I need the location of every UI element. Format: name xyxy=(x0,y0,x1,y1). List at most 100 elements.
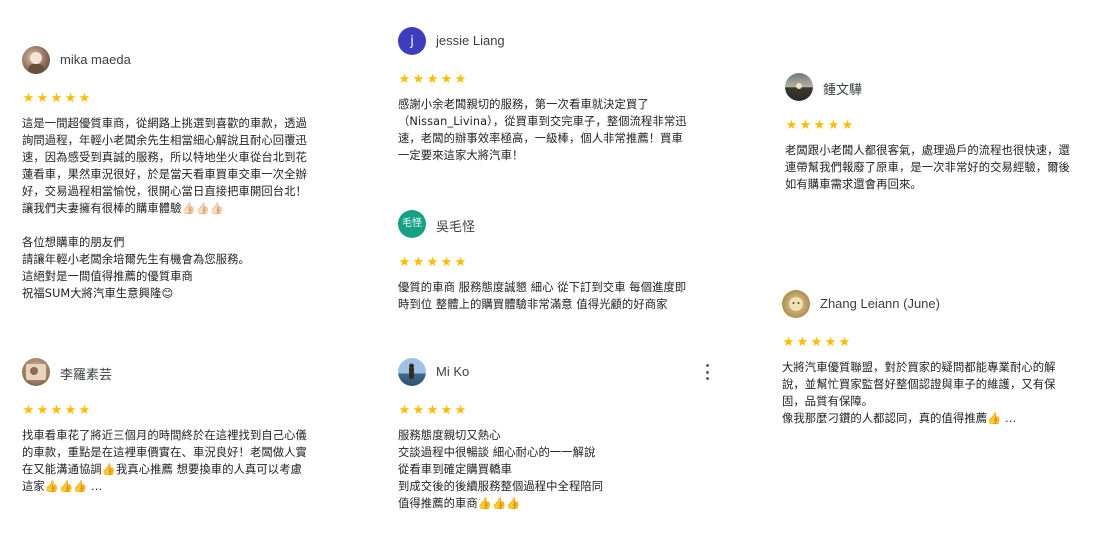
avatar[interactable]: j xyxy=(398,27,426,55)
review-line: 到成交後的後續服務整個過程中全程陪同 xyxy=(398,480,604,493)
review-line: 在又能溝通協調👍我真心推薦 想要換車的人真可以考慮 xyxy=(22,463,302,476)
star-icon: ★ xyxy=(78,403,91,418)
star-rating: ★ ★ ★ ★ ★ xyxy=(785,119,1090,133)
review-line: 好，交易過程相當愉悅，很開心當日直接把車開回台北！ xyxy=(22,185,307,198)
star-icon: ★ xyxy=(36,91,49,106)
photo-avatar-icon xyxy=(796,83,802,89)
star-rating: ★ ★ ★ ★ ★ xyxy=(22,92,327,106)
review-line: 蓮看車，果然車況很好，於是當天看車買車交車一次全辦 xyxy=(22,168,307,181)
reviewer-name[interactable]: 吳毛怪 xyxy=(436,216,475,235)
star-icon: ★ xyxy=(813,118,826,133)
review-line: 速，因為感受到真誠的服務，所以特地坐火車從台北到花 xyxy=(22,151,307,164)
star-icon: ★ xyxy=(78,91,91,106)
review-text: 找車看車花了將近三個月的時間終於在這裡找到自己心儀 的車款，重點是在這裡車價實在… xyxy=(22,427,327,495)
star-icon: ★ xyxy=(454,403,467,418)
star-icon: ★ xyxy=(799,118,812,133)
review-card: mika maeda ★ ★ ★ ★ ★ 這是一間超優質車商，從網路上挑選到喜歡的車款，… xyxy=(22,46,327,302)
review-text: 大將汽車優質聯盟，對於買家的疑問都能專業耐心的解 說，並幫忙買家監督好整個認證與… xyxy=(782,359,1087,427)
star-icon: ★ xyxy=(50,91,63,106)
review-text: 這是一間超優質車商，從網路上挑選到喜歡的車款，透過 詢問過程，年輕小老闆余先生相… xyxy=(22,115,327,302)
avatar[interactable]: 毛怪 xyxy=(398,210,426,238)
star-icon: ★ xyxy=(64,403,77,418)
star-icon: ★ xyxy=(440,403,453,418)
avatar[interactable] xyxy=(22,358,50,386)
review-line: 速，老闆的辦事效率極高，一級棒，個人非常推薦！買車 xyxy=(398,132,683,145)
star-icon: ★ xyxy=(398,255,411,270)
review-line: 說，並幫忙買家監督好整個認證與車子的維護，又有保 xyxy=(782,378,1056,391)
review-line: 請讓年輕小老闆余培爾先生有機會為您服務。 xyxy=(22,253,250,266)
review-text: 感謝小余老闆親切的服務，第一次看車就決定買了 （Nissan_Livina），從… xyxy=(398,96,703,164)
reviewer-name[interactable]: mika maeda xyxy=(60,52,131,67)
star-rating: ★ ★ ★ ★ ★ xyxy=(398,404,703,418)
review-line: 這是一間超優質車商，從網路上挑選到喜歡的車款，透過 xyxy=(22,117,307,130)
reviewer-name[interactable]: 李羅素芸 xyxy=(60,364,112,383)
reviewer-name[interactable]: 鍾文驊 xyxy=(823,79,862,98)
review-card: 李羅素芸 ★ ★ ★ ★ ★ 找車看車花了將近三個月的時間終於在這裡找到自己心儀 的車款… xyxy=(22,358,327,495)
star-icon: ★ xyxy=(398,72,411,87)
review-line: 優質的車商 服務態度誠懇 細心 從下訂到交車 每個進度即 xyxy=(398,281,687,294)
avatar[interactable] xyxy=(398,358,426,386)
star-icon: ★ xyxy=(22,403,35,418)
review-line[interactable]: 像我那麼刁鑽的人都認同，真的值得推薦👍 … xyxy=(782,410,1087,427)
review-line: 各位想購車的朋友們 xyxy=(22,236,125,249)
avatar[interactable] xyxy=(785,73,813,101)
reviewer-name[interactable]: Zhang Leiann (June) xyxy=(820,296,940,311)
star-icon: ★ xyxy=(50,403,63,418)
review-line: 感謝小余老闆親切的服務，第一次看車就決定買了 xyxy=(398,98,649,111)
review-card: Mi Ko ★ ★ ★ ★ ★ 服務態度親切又熱心 交談過程中很暢談 細心耐心的一一解說… xyxy=(398,358,709,512)
review-text: 老闆跟小老闆人都很客氣，處理過戶的流程也很快速，還 連帶幫我們報廢了原車，是一次… xyxy=(785,142,1090,193)
avatar[interactable] xyxy=(22,46,50,74)
review-line: 值得推薦的車商👍👍👍 xyxy=(398,497,521,510)
review-line: 讓我們夫妻擁有很棒的購車體驗👍🏻👍🏻👍🏻 xyxy=(22,202,225,215)
star-icon: ★ xyxy=(426,72,439,87)
review-line: 連帶幫我們報廢了原車，是一次非常好的交易經驗，爾後 xyxy=(785,161,1070,174)
star-icon: ★ xyxy=(440,255,453,270)
review-header: 毛怪 吳毛怪 xyxy=(398,210,703,246)
review-card: Zhang Leiann (June) ★ ★ ★ ★ ★ 大將汽車優質聯盟，對於買家的… xyxy=(782,290,1087,427)
star-icon: ★ xyxy=(796,335,809,350)
avatar-letter: j xyxy=(410,33,414,49)
avatar[interactable] xyxy=(782,290,810,318)
review-line: （Nissan_Livina），從買車到交完車子，整個流程非常迅 xyxy=(398,115,687,128)
review-line: 如有購車需求還會再回來。 xyxy=(785,178,922,191)
photo-avatar-icon xyxy=(28,52,44,74)
star-icon: ★ xyxy=(824,335,837,350)
star-rating: ★ ★ ★ ★ ★ xyxy=(782,336,1087,350)
star-icon: ★ xyxy=(454,72,467,87)
review-header: j jessie Liang xyxy=(398,27,703,63)
star-icon: ★ xyxy=(36,403,49,418)
photo-avatar-icon xyxy=(409,363,414,379)
star-icon: ★ xyxy=(827,118,840,133)
star-icon: ★ xyxy=(412,403,425,418)
star-rating: ★ ★ ★ ★ ★ xyxy=(22,404,327,418)
review-text: 優質的車商 服務態度誠懇 細心 從下訂到交車 每個進度即 時到位 整體上的購買體… xyxy=(398,279,703,313)
review-line: 這絕對是一間值得推薦的優質車商 xyxy=(22,270,193,283)
review-header: Zhang Leiann (June) xyxy=(782,290,1087,326)
review-line: 時到位 整體上的購買體驗非常滿意 值得光顧的好商家 xyxy=(398,298,668,311)
avatar-letter: 毛怪 xyxy=(402,218,422,229)
star-icon: ★ xyxy=(426,403,439,418)
photo-avatar-icon xyxy=(26,364,46,380)
review-header: 鍾文驊 xyxy=(785,73,1090,109)
review-line: 交談過程中很暢談 細心耐心的一一解說 xyxy=(398,446,596,459)
star-icon: ★ xyxy=(412,72,425,87)
star-icon: ★ xyxy=(22,91,35,106)
review-card: j jessie Liang ★ ★ ★ ★ ★ 感謝小余老闆親切的服務，第一次看車就決… xyxy=(398,27,703,164)
star-icon: ★ xyxy=(785,118,798,133)
reviewer-name[interactable]: Mi Ko xyxy=(436,364,469,379)
review-line: 大將汽車優質聯盟，對於買家的疑問都能專業耐心的解 xyxy=(782,361,1056,374)
review-line: 從看車到確定購買轎車 xyxy=(398,463,512,476)
star-icon: ★ xyxy=(64,91,77,106)
more-options-icon[interactable] xyxy=(701,364,713,380)
star-rating: ★ ★ ★ ★ ★ xyxy=(398,256,703,270)
review-header: Mi Ko xyxy=(398,358,709,394)
review-text: 服務態度親切又熱心 交談過程中很暢談 細心耐心的一一解說 從看車到確定購買轎車 … xyxy=(398,427,703,512)
star-icon: ★ xyxy=(426,255,439,270)
review-line[interactable]: 這家👍👍👍 … xyxy=(22,478,327,495)
star-icon: ★ xyxy=(454,255,467,270)
star-icon: ★ xyxy=(412,255,425,270)
review-line: 找車看車花了將近三個月的時間終於在這裡找到自己心儀 xyxy=(22,429,307,442)
reviewer-name[interactable]: jessie Liang xyxy=(436,33,505,48)
review-line: 老闆跟小老闆人都很客氣，處理過戶的流程也很快速，還 xyxy=(785,144,1070,157)
review-header: 李羅素芸 xyxy=(22,358,327,394)
